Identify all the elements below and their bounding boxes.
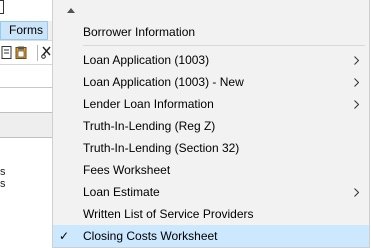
menu-item-loan-estimate[interactable]: Loan Estimate xyxy=(53,181,369,203)
menu-item-borrower-information[interactable]: Borrower Information xyxy=(53,21,369,43)
menu-item-label: Lender Loan Information xyxy=(83,97,214,111)
menu-separator xyxy=(83,45,365,46)
chevron-right-icon xyxy=(354,78,359,87)
menu-item-truth-in-lending-section-32[interactable]: Truth-In-Lending (Section 32) xyxy=(53,137,369,159)
clipboard-icon[interactable] xyxy=(15,46,27,59)
panel-divider xyxy=(0,87,52,88)
menu-item-label: Loan Application (1003) - New xyxy=(83,75,244,89)
forms-dropdown-menu: Borrower Information Loan Application (1… xyxy=(52,0,370,248)
menu-item-label: Fees Worksheet xyxy=(83,163,171,177)
menu-item-label: Loan Application (1003) xyxy=(83,53,210,67)
checkmark-icon: ✓ xyxy=(59,229,70,243)
menu-item-label: Borrower Information xyxy=(83,25,196,39)
menu-item-lender-loan-information[interactable]: Lender Loan Information xyxy=(53,93,369,115)
menu-item-fees-worksheet[interactable]: Fees Worksheet xyxy=(53,159,369,181)
menu-item-label: Written List of Service Providers xyxy=(83,207,254,221)
chevron-right-icon xyxy=(354,188,359,197)
menu-item-label: Closing Costs Worksheet xyxy=(83,229,218,243)
window-edge xyxy=(0,0,4,14)
menu-item-label: Truth-In-Lending (Section 32) xyxy=(83,141,240,155)
chevron-right-icon xyxy=(354,56,359,65)
menu-item-label: Truth-In-Lending (Reg Z) xyxy=(83,119,216,133)
panel-strip xyxy=(0,112,52,138)
chevron-up-icon xyxy=(67,8,75,13)
menu-item-written-list-of-service-providers[interactable]: Written List of Service Providers xyxy=(53,203,369,225)
menu-item-loan-application-1003-new[interactable]: Loan Application (1003) - New xyxy=(53,71,369,93)
menu-item-truth-in-lending-reg-z[interactable]: Truth-In-Lending (Reg Z) xyxy=(53,115,369,137)
menu-scroll-up[interactable] xyxy=(53,0,369,20)
chevron-right-icon xyxy=(354,100,359,109)
text-fragment: s xyxy=(0,166,6,178)
menu-item-closing-costs-worksheet[interactable]: ✓ Closing Costs Worksheet xyxy=(53,225,369,247)
menubar-forms[interactable]: Forms xyxy=(0,21,48,40)
document-icon[interactable] xyxy=(1,46,13,59)
menu-item-label: Loan Estimate xyxy=(83,185,160,199)
menu-item-loan-application-1003[interactable]: Loan Application (1003) xyxy=(53,49,369,71)
text-fragment: s xyxy=(0,178,6,190)
toolbar-separator xyxy=(37,45,38,61)
